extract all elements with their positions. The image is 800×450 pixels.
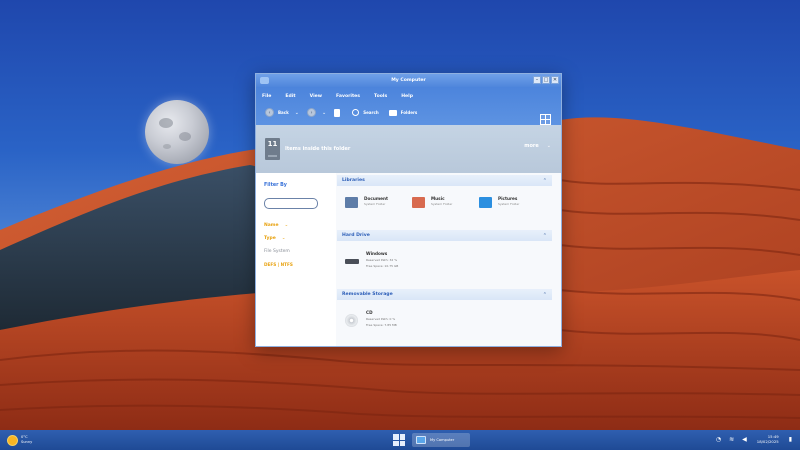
library-sub: System Folder <box>431 202 453 206</box>
maximize-button[interactable]: □ <box>542 76 550 84</box>
summary-text: Items inside this folder <box>285 146 351 152</box>
filter-sidebar: Filter By Name ⌄ Type ⌄ File System DEFS |… <box>256 173 336 346</box>
menu-bar: File Edit View Favorites Tools Help <box>256 87 561 99</box>
more-button[interactable]: more ⌄ <box>524 143 551 149</box>
toolbar: ‹ Back ⌄ › ⌄ Search Folders <box>256 108 561 117</box>
view-toggle-icon[interactable] <box>540 114 551 125</box>
file-system-label: File System <box>264 249 290 254</box>
file-system-value[interactable]: DEFS | NTFS <box>264 262 336 267</box>
weather-widget[interactable]: 0°C Sunny <box>8 435 32 445</box>
library-name: Pictures <box>498 196 518 201</box>
hard-drives-header[interactable]: Hard Drive ⌃ <box>337 230 552 241</box>
folder-summary: 11 Items inside this folder more ⌄ <box>256 125 561 173</box>
hard-drives-title: Hard Drive <box>342 233 370 238</box>
clock[interactable]: 15:49 18/02/2025 <box>757 434 779 444</box>
folder-icon[interactable] <box>388 109 397 116</box>
menu-edit[interactable]: Edit <box>285 94 295 99</box>
chevron-down-icon: ⌄ <box>546 143 551 149</box>
taskbar: 0°C Sunny My Computer ◔ ≋ ◀ 15:49 18/02/… <box>0 430 800 450</box>
forward-chevron-down-icon[interactable]: ⌄ <box>322 110 326 116</box>
filter-type-dropdown[interactable]: Type ⌄ <box>264 236 336 241</box>
drive-item-windows[interactable]: Windows Reserved Path: 32 % Free Space: … <box>337 241 552 281</box>
menu-view[interactable]: View <box>310 94 322 99</box>
volume-icon[interactable]: ◀ <box>742 436 747 443</box>
sun-icon <box>8 435 17 445</box>
notification-icon[interactable]: ▮ <box>789 436 792 443</box>
music-folder-icon <box>412 197 425 208</box>
hard-drives-section: Hard Drive ⌃ Windows Reserved Path: 32 %… <box>337 230 552 281</box>
taskbar-app-my-computer[interactable]: My Computer <box>412 433 470 447</box>
forward-arrow-icon[interactable]: › <box>306 108 316 117</box>
window-title: My Computer <box>391 78 426 83</box>
drive-name: Windows <box>366 251 388 256</box>
removable-title: Removable Storage <box>342 292 393 297</box>
menu-tools[interactable]: Tools <box>374 94 387 99</box>
collapse-icon[interactable]: ⌃ <box>543 178 547 184</box>
chevron-down-icon: ⌄ <box>284 223 289 228</box>
collapse-icon[interactable]: ⌃ <box>543 292 547 298</box>
drive-reserved: Reserved Path: 32 % <box>366 258 398 262</box>
drive-item-cd[interactable]: CD Reserved Path: 0 % Free Space: 7.85 M… <box>337 300 552 340</box>
drive-name: CD <box>366 310 373 315</box>
document-icon[interactable] <box>334 108 341 117</box>
more-label: more <box>524 143 539 149</box>
system-tray: ◔ ≋ ◀ 15:49 18/02/2025 ▮ <box>716 434 792 444</box>
collapse-icon[interactable]: ⌃ <box>543 233 547 239</box>
library-name: Music <box>431 196 445 201</box>
minimize-button[interactable]: – <box>533 76 541 84</box>
removable-section: Removable Storage ⌃ CD Reserved Path: 0 … <box>337 289 552 340</box>
date: 18/02/2025 <box>756 439 779 444</box>
filter-name-label: Name <box>264 223 279 228</box>
weather-desc: Sunny <box>21 440 33 444</box>
libraries-title: Libraries <box>342 178 365 183</box>
library-sub: System Folder <box>498 202 520 206</box>
title-bar[interactable]: My Computer – □ ✕ <box>256 74 561 87</box>
main-panel: Libraries ⌃ Document System Folder Music S… <box>336 173 561 346</box>
removable-header[interactable]: Removable Storage ⌃ <box>337 289 552 300</box>
back-arrow-icon[interactable]: ‹ <box>265 108 274 117</box>
library-item-document[interactable]: Document System Folder <box>345 196 412 222</box>
filter-heading: Filter By <box>264 183 287 188</box>
library-item-music[interactable]: Music System Folder <box>412 196 479 222</box>
content-area: Filter By Name ⌄ Type ⌄ File System DEFS |… <box>256 173 561 346</box>
drive-reserved: Reserved Path: 0 % <box>366 317 396 321</box>
library-name: Document <box>364 196 389 201</box>
drive-free-space: Free Space: 7.85 MB <box>366 323 397 327</box>
computer-icon <box>416 436 426 444</box>
search-button[interactable]: Search <box>363 110 378 115</box>
my-computer-window[interactable]: My Computer – □ ✕ File Edit View Favorit… <box>255 73 562 347</box>
libraries-header[interactable]: Libraries ⌃ <box>337 175 552 186</box>
menu-favorites[interactable]: Favorites <box>336 94 360 99</box>
ribbon: File Edit View Favorites Tools Help ‹ Ba… <box>256 87 561 125</box>
menu-help[interactable]: Help <box>401 94 413 99</box>
back-chevron-down-icon[interactable]: ⌄ <box>295 110 299 116</box>
wifi-icon[interactable]: ≋ <box>729 436 734 443</box>
library-item-pictures[interactable]: Pictures System Folder <box>479 196 546 222</box>
filter-input[interactable] <box>264 198 318 209</box>
hard-drive-icon <box>345 259 359 264</box>
libraries-section: Libraries ⌃ Document System Folder Music S… <box>337 175 552 222</box>
library-sub: System Folder <box>364 202 386 206</box>
document-folder-icon <box>345 197 358 208</box>
start-button[interactable] <box>393 434 405 446</box>
taskbar-app-label: My Computer <box>430 438 455 442</box>
drive-free-space: Free Space: 10.75 GB <box>366 264 399 268</box>
chevron-down-icon: ⌄ <box>281 236 286 241</box>
item-count-badge: 11 <box>265 138 280 160</box>
filter-name-dropdown[interactable]: Name ⌄ <box>264 223 336 228</box>
clock-icon[interactable]: ◔ <box>716 436 721 443</box>
pictures-folder-icon <box>479 197 492 208</box>
folders-button[interactable]: Folders <box>401 110 418 115</box>
close-button[interactable]: ✕ <box>551 76 559 84</box>
back-button[interactable]: Back <box>278 110 289 115</box>
cd-icon <box>345 314 358 327</box>
filter-type-label: Type <box>264 236 276 241</box>
menu-file[interactable]: File <box>262 94 271 99</box>
search-icon[interactable] <box>352 109 360 116</box>
